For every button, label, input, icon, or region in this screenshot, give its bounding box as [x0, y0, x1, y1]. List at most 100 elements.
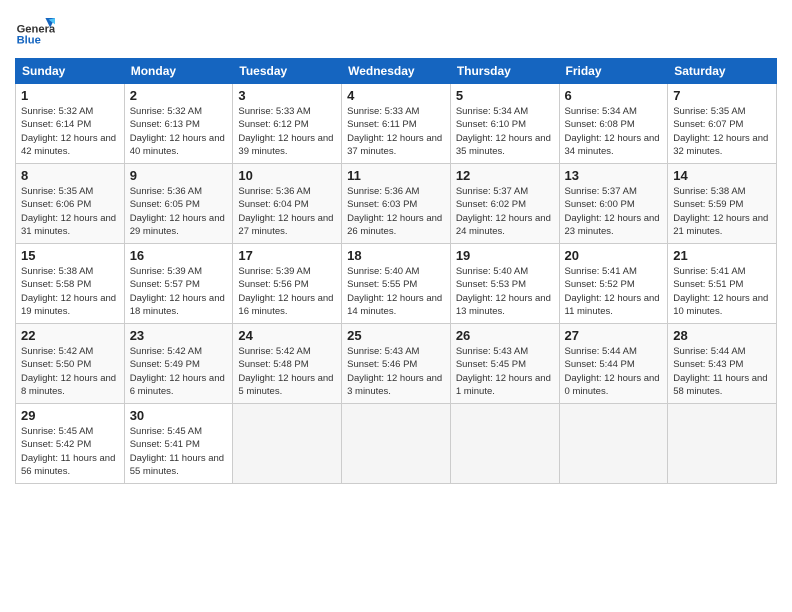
calendar-cell: [233, 404, 342, 484]
calendar-cell: [559, 404, 668, 484]
day-number: 13: [565, 168, 663, 183]
calendar-cell: 24 Sunrise: 5:42 AM Sunset: 5:48 PM Dayl…: [233, 324, 342, 404]
day-info: Sunrise: 5:45 AM Sunset: 5:41 PM Dayligh…: [130, 425, 228, 478]
calendar-cell: 18 Sunrise: 5:40 AM Sunset: 5:55 PM Dayl…: [342, 244, 451, 324]
calendar-week-2: 8 Sunrise: 5:35 AM Sunset: 6:06 PM Dayli…: [16, 164, 777, 244]
day-number: 20: [565, 248, 663, 263]
day-info: Sunrise: 5:40 AM Sunset: 5:53 PM Dayligh…: [456, 265, 554, 318]
calendar-cell: 4 Sunrise: 5:33 AM Sunset: 6:11 PM Dayli…: [342, 84, 451, 164]
day-info: Sunrise: 5:39 AM Sunset: 5:56 PM Dayligh…: [238, 265, 336, 318]
day-info: Sunrise: 5:44 AM Sunset: 5:44 PM Dayligh…: [565, 345, 663, 398]
day-number: 1: [21, 88, 119, 103]
day-number: 19: [456, 248, 554, 263]
calendar-cell: 29 Sunrise: 5:45 AM Sunset: 5:42 PM Dayl…: [16, 404, 125, 484]
day-number: 7: [673, 88, 771, 103]
calendar-cell: 22 Sunrise: 5:42 AM Sunset: 5:50 PM Dayl…: [16, 324, 125, 404]
day-info: Sunrise: 5:38 AM Sunset: 5:59 PM Dayligh…: [673, 185, 771, 238]
calendar-cell: 26 Sunrise: 5:43 AM Sunset: 5:45 PM Dayl…: [450, 324, 559, 404]
day-info: Sunrise: 5:40 AM Sunset: 5:55 PM Dayligh…: [347, 265, 445, 318]
calendar-cell: 15 Sunrise: 5:38 AM Sunset: 5:58 PM Dayl…: [16, 244, 125, 324]
day-number: 23: [130, 328, 228, 343]
day-number: 30: [130, 408, 228, 423]
header: General Blue: [15, 10, 777, 50]
day-info: Sunrise: 5:35 AM Sunset: 6:07 PM Dayligh…: [673, 105, 771, 158]
day-info: Sunrise: 5:42 AM Sunset: 5:50 PM Dayligh…: [21, 345, 119, 398]
day-number: 15: [21, 248, 119, 263]
calendar-week-1: 1 Sunrise: 5:32 AM Sunset: 6:14 PM Dayli…: [16, 84, 777, 164]
calendar-cell: 19 Sunrise: 5:40 AM Sunset: 5:53 PM Dayl…: [450, 244, 559, 324]
calendar-cell: 8 Sunrise: 5:35 AM Sunset: 6:06 PM Dayli…: [16, 164, 125, 244]
day-info: Sunrise: 5:38 AM Sunset: 5:58 PM Dayligh…: [21, 265, 119, 318]
day-info: Sunrise: 5:42 AM Sunset: 5:48 PM Dayligh…: [238, 345, 336, 398]
col-wednesday: Wednesday: [342, 59, 451, 84]
calendar-cell: 2 Sunrise: 5:32 AM Sunset: 6:13 PM Dayli…: [124, 84, 233, 164]
day-number: 10: [238, 168, 336, 183]
day-info: Sunrise: 5:36 AM Sunset: 6:04 PM Dayligh…: [238, 185, 336, 238]
day-info: Sunrise: 5:33 AM Sunset: 6:11 PM Dayligh…: [347, 105, 445, 158]
day-number: 24: [238, 328, 336, 343]
calendar-cell: 11 Sunrise: 5:36 AM Sunset: 6:03 PM Dayl…: [342, 164, 451, 244]
page-container: General Blue Sunday Monday Tuesday Wedne…: [0, 0, 792, 494]
day-number: 29: [21, 408, 119, 423]
calendar-cell: 12 Sunrise: 5:37 AM Sunset: 6:02 PM Dayl…: [450, 164, 559, 244]
day-number: 26: [456, 328, 554, 343]
calendar-cell: 28 Sunrise: 5:44 AM Sunset: 5:43 PM Dayl…: [668, 324, 777, 404]
calendar-cell: [450, 404, 559, 484]
day-number: 21: [673, 248, 771, 263]
day-info: Sunrise: 5:37 AM Sunset: 6:00 PM Dayligh…: [565, 185, 663, 238]
day-number: 25: [347, 328, 445, 343]
calendar-cell: 3 Sunrise: 5:33 AM Sunset: 6:12 PM Dayli…: [233, 84, 342, 164]
calendar-cell: 23 Sunrise: 5:42 AM Sunset: 5:49 PM Dayl…: [124, 324, 233, 404]
day-info: Sunrise: 5:41 AM Sunset: 5:51 PM Dayligh…: [673, 265, 771, 318]
calendar-cell: [668, 404, 777, 484]
header-row: Sunday Monday Tuesday Wednesday Thursday…: [16, 59, 777, 84]
col-sunday: Sunday: [16, 59, 125, 84]
day-info: Sunrise: 5:37 AM Sunset: 6:02 PM Dayligh…: [456, 185, 554, 238]
col-thursday: Thursday: [450, 59, 559, 84]
day-info: Sunrise: 5:35 AM Sunset: 6:06 PM Dayligh…: [21, 185, 119, 238]
day-number: 18: [347, 248, 445, 263]
calendar-cell: 27 Sunrise: 5:44 AM Sunset: 5:44 PM Dayl…: [559, 324, 668, 404]
col-friday: Friday: [559, 59, 668, 84]
calendar-cell: 10 Sunrise: 5:36 AM Sunset: 6:04 PM Dayl…: [233, 164, 342, 244]
day-number: 17: [238, 248, 336, 263]
calendar-cell: 5 Sunrise: 5:34 AM Sunset: 6:10 PM Dayli…: [450, 84, 559, 164]
day-number: 28: [673, 328, 771, 343]
col-tuesday: Tuesday: [233, 59, 342, 84]
calendar-week-4: 22 Sunrise: 5:42 AM Sunset: 5:50 PM Dayl…: [16, 324, 777, 404]
day-info: Sunrise: 5:33 AM Sunset: 6:12 PM Dayligh…: [238, 105, 336, 158]
day-info: Sunrise: 5:41 AM Sunset: 5:52 PM Dayligh…: [565, 265, 663, 318]
day-number: 3: [238, 88, 336, 103]
calendar-cell: 25 Sunrise: 5:43 AM Sunset: 5:46 PM Dayl…: [342, 324, 451, 404]
day-number: 4: [347, 88, 445, 103]
calendar-cell: 30 Sunrise: 5:45 AM Sunset: 5:41 PM Dayl…: [124, 404, 233, 484]
calendar-cell: 16 Sunrise: 5:39 AM Sunset: 5:57 PM Dayl…: [124, 244, 233, 324]
calendar-cell: 9 Sunrise: 5:36 AM Sunset: 6:05 PM Dayli…: [124, 164, 233, 244]
day-number: 16: [130, 248, 228, 263]
logo-icon: General Blue: [15, 10, 55, 50]
svg-text:Blue: Blue: [17, 35, 41, 47]
calendar-cell: 13 Sunrise: 5:37 AM Sunset: 6:00 PM Dayl…: [559, 164, 668, 244]
day-info: Sunrise: 5:43 AM Sunset: 5:46 PM Dayligh…: [347, 345, 445, 398]
calendar-week-5: 29 Sunrise: 5:45 AM Sunset: 5:42 PM Dayl…: [16, 404, 777, 484]
calendar-cell: 14 Sunrise: 5:38 AM Sunset: 5:59 PM Dayl…: [668, 164, 777, 244]
calendar-cell: 17 Sunrise: 5:39 AM Sunset: 5:56 PM Dayl…: [233, 244, 342, 324]
day-number: 11: [347, 168, 445, 183]
day-number: 14: [673, 168, 771, 183]
day-info: Sunrise: 5:34 AM Sunset: 6:10 PM Dayligh…: [456, 105, 554, 158]
calendar-table: Sunday Monday Tuesday Wednesday Thursday…: [15, 58, 777, 484]
col-monday: Monday: [124, 59, 233, 84]
day-info: Sunrise: 5:44 AM Sunset: 5:43 PM Dayligh…: [673, 345, 771, 398]
calendar-cell: 7 Sunrise: 5:35 AM Sunset: 6:07 PM Dayli…: [668, 84, 777, 164]
day-info: Sunrise: 5:43 AM Sunset: 5:45 PM Dayligh…: [456, 345, 554, 398]
day-number: 5: [456, 88, 554, 103]
calendar-cell: 1 Sunrise: 5:32 AM Sunset: 6:14 PM Dayli…: [16, 84, 125, 164]
calendar-week-3: 15 Sunrise: 5:38 AM Sunset: 5:58 PM Dayl…: [16, 244, 777, 324]
calendar-cell: 20 Sunrise: 5:41 AM Sunset: 5:52 PM Dayl…: [559, 244, 668, 324]
day-info: Sunrise: 5:36 AM Sunset: 6:05 PM Dayligh…: [130, 185, 228, 238]
logo: General Blue: [15, 10, 59, 50]
calendar-cell: 6 Sunrise: 5:34 AM Sunset: 6:08 PM Dayli…: [559, 84, 668, 164]
calendar-cell: [342, 404, 451, 484]
day-info: Sunrise: 5:34 AM Sunset: 6:08 PM Dayligh…: [565, 105, 663, 158]
day-number: 9: [130, 168, 228, 183]
